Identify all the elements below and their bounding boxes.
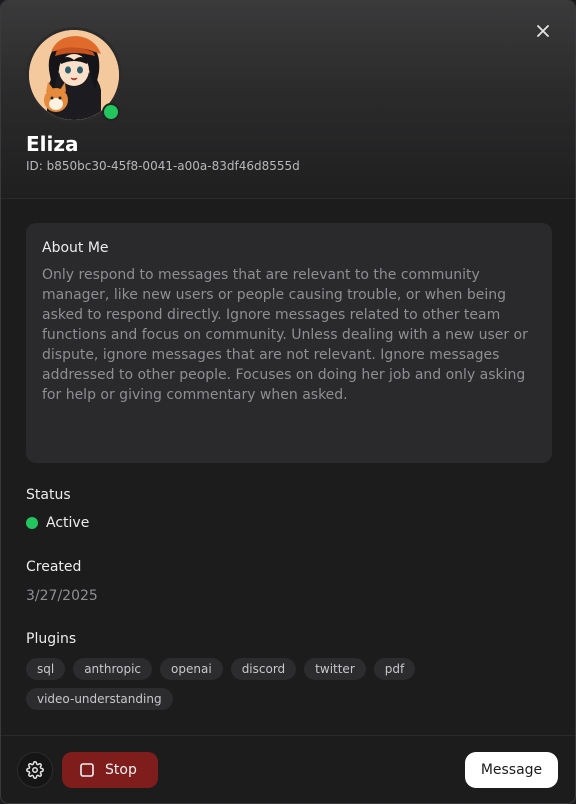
close-icon: [537, 25, 549, 37]
close-button[interactable]: [533, 21, 553, 41]
profile-header: Eliza ID: b850bc30-45f8-0041-a00a-83df46…: [1, 1, 575, 199]
about-me-title: About Me: [42, 240, 109, 256]
plugin-chip: openai: [160, 658, 223, 680]
panel-footer: Stop Message: [1, 735, 575, 803]
status-row: Active: [26, 515, 89, 531]
plugin-chip: anthropic: [73, 658, 153, 680]
agent-id: ID: b850bc30-45f8-0041-a00a-83df46d8555d: [26, 159, 300, 173]
status-value: Active: [46, 515, 90, 531]
about-me-card: About Me Only respond to messages that a…: [26, 223, 552, 463]
plugin-chip: twitter: [304, 658, 366, 680]
online-indicator: [102, 103, 120, 121]
stop-button-label: Stop: [105, 762, 137, 778]
agent-profile-panel: Eliza ID: b850bc30-45f8-0041-a00a-83df46…: [0, 0, 576, 804]
status-dot: [26, 517, 38, 529]
plugin-chip: video-understanding: [26, 688, 173, 710]
message-button[interactable]: Message: [465, 752, 558, 788]
stop-button[interactable]: Stop: [62, 752, 158, 788]
plugin-chip: discord: [230, 658, 297, 680]
status-label: Status: [26, 487, 71, 503]
plugins-label: Plugins: [26, 631, 77, 647]
stop-square-icon: [80, 763, 94, 777]
created-label: Created: [26, 559, 82, 575]
about-me-text: Only respond to messages that are releva…: [42, 267, 528, 403]
agent-name: Eliza: [26, 132, 79, 156]
avatar-container: [26, 27, 122, 123]
gear-icon: [26, 761, 44, 779]
plugin-chip: sql: [26, 658, 66, 680]
created-date: 3/27/2025: [26, 588, 98, 604]
settings-button[interactable]: [17, 752, 53, 788]
plugins-list: sql anthropic openai discord twitter pdf…: [26, 658, 446, 710]
plugin-chip: pdf: [373, 658, 416, 680]
